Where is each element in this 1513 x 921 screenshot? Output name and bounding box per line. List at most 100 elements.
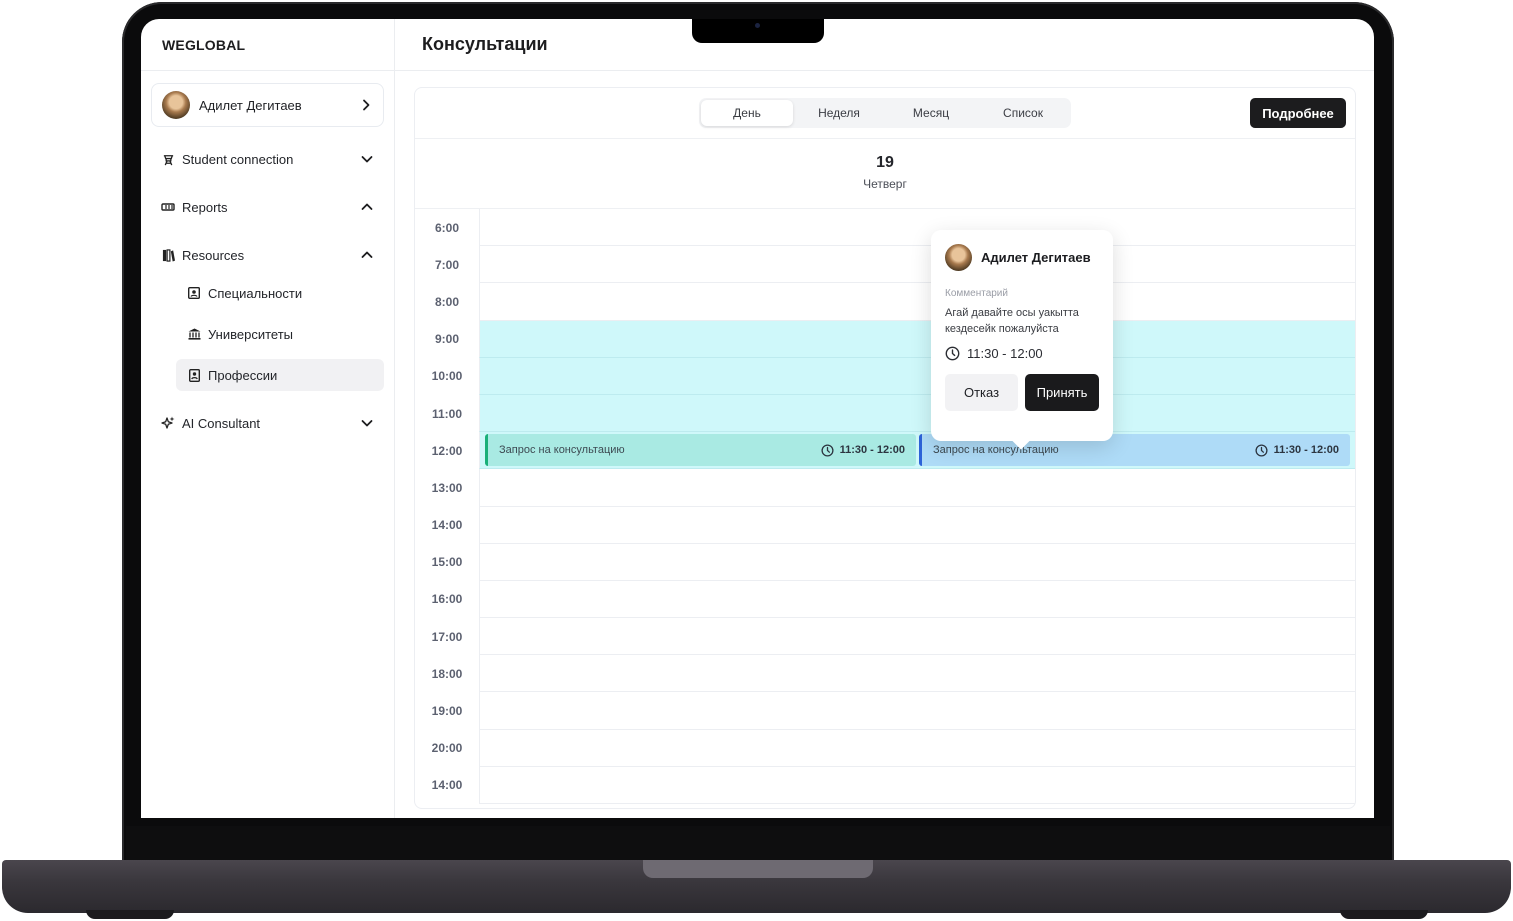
sidebar-subitem-specialties[interactable]: Специальности xyxy=(176,277,384,309)
profile-name: Адилет Дегитаев xyxy=(199,97,302,113)
time-label: 14:00 xyxy=(431,778,463,793)
time-row: 13:00 xyxy=(415,469,1355,507)
student-icon xyxy=(161,152,175,166)
sidebar-subitem-universities[interactable]: Университеты xyxy=(176,318,384,350)
popover-actions: Отказ Принять xyxy=(945,374,1099,411)
popover-name: Адилет Дегитаев xyxy=(981,250,1091,265)
chevron-down-icon xyxy=(361,420,373,427)
university-icon xyxy=(187,327,201,341)
event-time-text: 11:30 - 12:00 xyxy=(839,444,905,456)
event-title: Запрос на консультацию xyxy=(933,444,1059,456)
time-label: 14:00 xyxy=(431,518,463,533)
available-slot[interactable] xyxy=(479,320,1355,358)
tab-day[interactable]: День xyxy=(701,100,793,126)
time-row: 19:00 xyxy=(415,692,1355,730)
page-header: Консультации xyxy=(395,19,1374,71)
time-slot[interactable] xyxy=(479,729,1355,767)
avatar xyxy=(162,91,190,119)
time-slot[interactable] xyxy=(479,506,1355,544)
time-slot[interactable] xyxy=(479,209,1355,247)
clock-icon xyxy=(821,443,834,457)
time-row: 10:00 xyxy=(415,357,1355,395)
available-slot[interactable] xyxy=(479,357,1355,395)
main-content: Консультации День Неделя Месяц Список По… xyxy=(395,19,1374,818)
sidebar-item-ai-consultant[interactable]: AI Consultant xyxy=(151,407,384,439)
id-card-icon xyxy=(187,286,201,300)
day-header: 19 Четверг xyxy=(415,139,1355,209)
popover-time: 11:30 - 12:00 xyxy=(945,346,1099,361)
page-title: Консультации xyxy=(422,34,548,54)
time-row: 7:00 xyxy=(415,246,1355,284)
time-label: 6:00 xyxy=(434,220,460,235)
time-slot[interactable] xyxy=(479,580,1355,619)
time-label: 20:00 xyxy=(431,741,463,756)
badge-icon xyxy=(187,368,201,382)
comment-label: Комментарий xyxy=(945,288,1008,299)
time-slot[interactable] xyxy=(479,543,1355,581)
time-row: 9:00 xyxy=(415,320,1355,358)
available-slot[interactable] xyxy=(479,394,1355,433)
tab-list[interactable]: Список xyxy=(977,100,1069,126)
time-row: 16:00 xyxy=(415,580,1355,619)
time-slot[interactable] xyxy=(479,766,1355,804)
nav-label: Специальности xyxy=(208,285,303,301)
time-slot[interactable] xyxy=(479,692,1355,730)
consultation-popover: Адилет Дегитаев Комментарий Агай давайте… xyxy=(931,230,1113,441)
sidebar-item-student-connection[interactable]: Student connection xyxy=(151,143,384,175)
time-slot[interactable] xyxy=(479,655,1355,693)
time-row: 11:00 xyxy=(415,394,1355,433)
sparkle-icon xyxy=(161,416,175,430)
tab-week[interactable]: Неделя xyxy=(793,100,885,126)
time-label: 11:00 xyxy=(431,406,463,421)
time-slot[interactable] xyxy=(479,283,1355,321)
chevron-down-icon xyxy=(361,156,373,163)
sidebar-subitem-professions[interactable]: Профессии xyxy=(176,359,384,391)
time-slot[interactable] xyxy=(479,469,1355,507)
time-row: 17:00 xyxy=(415,618,1355,656)
time-label: 17:00 xyxy=(431,629,463,644)
nav-label: Университеты xyxy=(208,326,294,342)
laptop-chin xyxy=(126,826,1390,862)
event-time: 11:30 - 12:00 xyxy=(821,443,905,457)
books-icon xyxy=(161,248,175,262)
chevron-up-icon xyxy=(361,251,373,258)
laptop-foot-left xyxy=(86,910,174,919)
nav-label: AI Consultant xyxy=(182,415,261,431)
sidebar: WEGLOBAL Адилет Дегитаев Student connect… xyxy=(141,19,395,818)
time-label: 9:00 xyxy=(434,332,460,347)
time-label: 18:00 xyxy=(431,666,463,681)
laptop-foot-right xyxy=(1340,910,1428,919)
sidebar-item-resources[interactable]: Resources xyxy=(151,239,384,271)
clock-icon xyxy=(1255,443,1268,457)
time-label: 12:00 xyxy=(431,443,463,458)
tab-month[interactable]: Месяц xyxy=(885,100,977,126)
popover-header: Адилет Дегитаев xyxy=(945,244,1099,271)
time-label: 19:00 xyxy=(431,704,463,719)
decline-button[interactable]: Отказ xyxy=(945,374,1018,411)
time-slot[interactable] xyxy=(479,618,1355,656)
time-row: 14:00 xyxy=(415,506,1355,544)
popover-time-text: 11:30 - 12:00 xyxy=(967,346,1043,361)
event-title: Запрос на консультацию xyxy=(499,444,625,456)
event-consultation-request[interactable]: Запрос на консультацию 11:30 - 12:00 xyxy=(485,434,916,466)
details-button[interactable]: Подробнее xyxy=(1250,98,1346,128)
sidebar-item-reports[interactable]: Reports xyxy=(151,191,384,223)
time-row: 20:00 xyxy=(415,729,1355,767)
profile-card[interactable]: Адилет Дегитаев xyxy=(151,83,384,127)
calendar-card: День Неделя Месяц Список Подробнее 19 Че… xyxy=(414,87,1356,809)
day-weekday: Четверг xyxy=(863,177,907,191)
time-row: 18:00 xyxy=(415,655,1355,693)
time-row: 8:00 xyxy=(415,283,1355,321)
chevron-right-icon xyxy=(363,99,370,111)
comment-text: Агай давайте осы уакытта кездесейк пожал… xyxy=(945,307,1079,335)
time-label: 13:00 xyxy=(431,480,463,495)
camera-notch xyxy=(692,19,824,43)
time-label: 15:00 xyxy=(431,555,463,570)
time-slot[interactable] xyxy=(479,246,1355,284)
nav-label: Reports xyxy=(182,199,228,215)
nav-label: Профессии xyxy=(208,367,278,383)
clock-icon xyxy=(945,346,960,361)
time-row: 14:00 xyxy=(415,766,1355,804)
time-label: 7:00 xyxy=(434,257,460,272)
accept-button[interactable]: Принять xyxy=(1025,374,1099,411)
